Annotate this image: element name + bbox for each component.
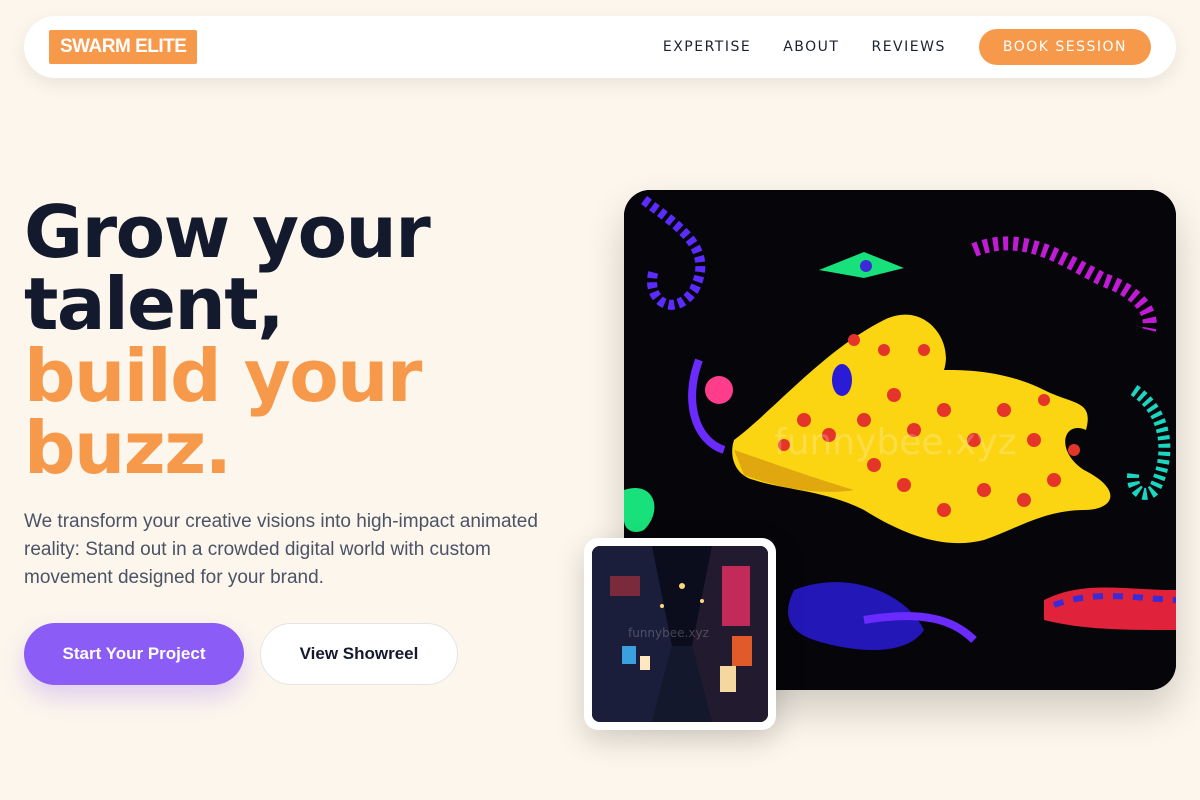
night-alley-image: funnybee.xyz	[592, 546, 768, 722]
thumb-watermark: funnybee.xyz	[628, 626, 709, 640]
view-showreel-button[interactable]: View Showreel	[260, 623, 458, 685]
hero-description: We transform your creative visions into …	[24, 511, 538, 588]
book-session-button[interactable]: BOOK SESSION	[978, 29, 1151, 65]
headline-line-1: Grow your	[24, 190, 431, 274]
brand-logo[interactable]: SWARM ELITE	[49, 30, 198, 64]
nav-link-reviews[interactable]: REVIEWS	[871, 39, 945, 55]
headline-line-3: build your	[24, 334, 422, 418]
main-image-watermark: funnybee.xyz	[774, 422, 1017, 463]
nav-links: EXPERTISE ABOUT REVIEWS BOOK SESSION	[663, 29, 1151, 65]
nav-link-about[interactable]: ABOUT	[783, 39, 839, 55]
start-project-button[interactable]: Start Your Project	[24, 623, 244, 685]
hero-thumbnail-card: funnybee.xyz	[584, 538, 776, 730]
headline-line-2: talent,	[24, 262, 285, 346]
nav-link-expertise[interactable]: EXPERTISE	[663, 39, 751, 55]
top-nav: SWARM ELITE EXPERTISE ABOUT REVIEWS BOOK…	[24, 16, 1176, 78]
hero-headline: Grow your talent, build your buzz.	[24, 196, 544, 484]
headline-line-4: buzz.	[24, 406, 232, 490]
